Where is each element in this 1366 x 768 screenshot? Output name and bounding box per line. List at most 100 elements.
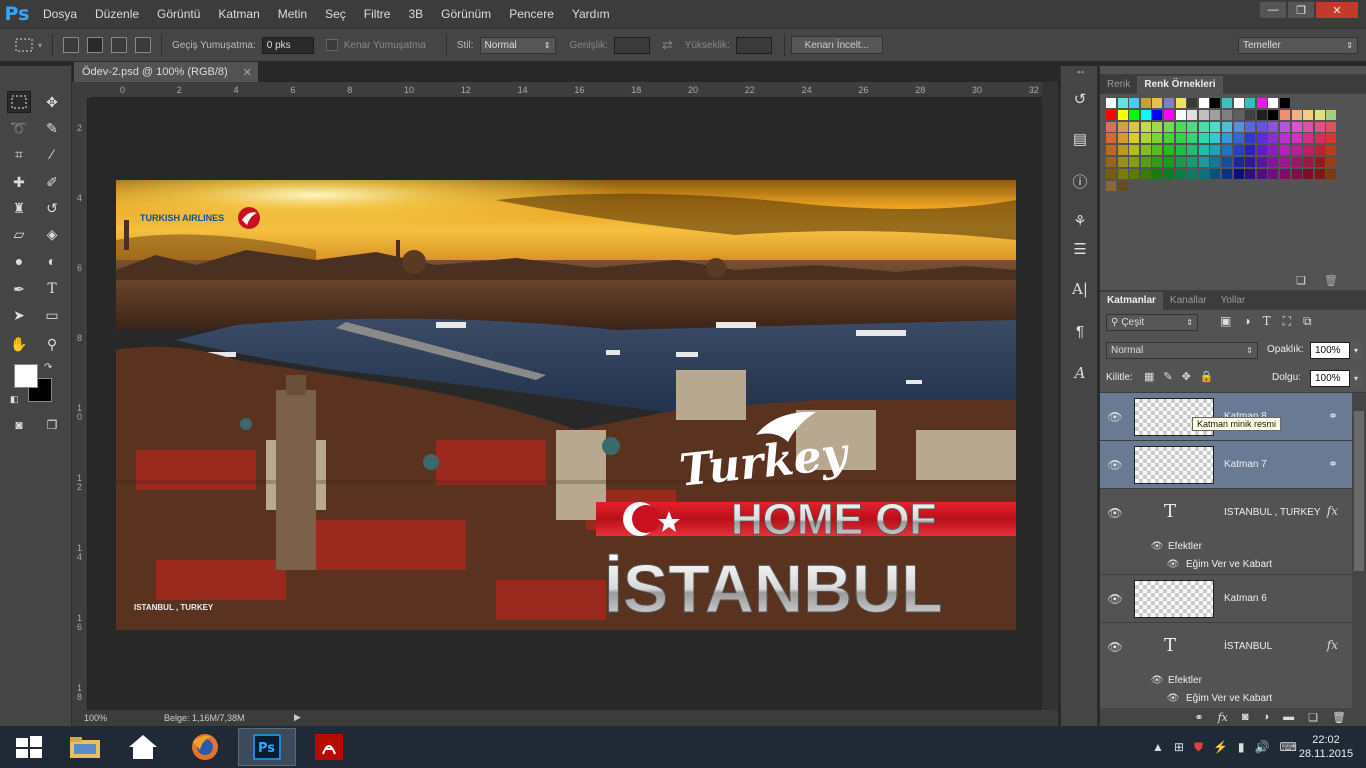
lock-image-icon[interactable]: ✎ [1163, 370, 1172, 383]
delete-swatch-icon[interactable]: 🗑 [1324, 274, 1338, 287]
eye-icon[interactable]: 👁 [1107, 592, 1122, 606]
color-swatch[interactable] [1314, 133, 1325, 144]
color-swatch[interactable] [1140, 98, 1151, 108]
marquee-tool-preset-icon[interactable] [10, 35, 38, 55]
color-swatch[interactable] [1187, 133, 1198, 144]
color-swatch[interactable] [1164, 157, 1174, 167]
color-swatch[interactable] [1175, 121, 1186, 132]
blur-tool-icon[interactable]: ● [7, 250, 31, 272]
color-swatch[interactable] [1222, 168, 1232, 179]
path-selection-tool-icon[interactable]: ➤ [7, 304, 31, 326]
feather-input[interactable]: 0 pks [261, 36, 314, 54]
adjustment-layer-icon[interactable]: ◑ [1263, 711, 1270, 723]
color-swatch[interactable] [1245, 98, 1256, 108]
color-swatch[interactable] [1280, 121, 1290, 132]
menu-item-0[interactable]: Dosya [34, 0, 86, 28]
color-swatch[interactable] [1233, 121, 1244, 132]
status-menu-arrow-icon[interactable]: ▶ [294, 712, 301, 723]
color-swatch[interactable] [1152, 133, 1163, 144]
color-swatch[interactable] [1222, 121, 1232, 132]
color-swatch[interactable] [1245, 133, 1256, 144]
quick-mask-icon[interactable]: ◙ [7, 414, 31, 436]
color-swatch[interactable] [1291, 109, 1302, 120]
color-swatch[interactable] [1326, 133, 1337, 144]
glyphs-panel-icon[interactable]: A [1069, 362, 1091, 384]
zoom-level[interactable]: 100% [84, 713, 107, 723]
color-swatch[interactable] [1164, 121, 1174, 132]
layer-row[interactable]: 👁 Katman 8 ⚭ Katman minik resmi [1100, 393, 1352, 441]
home-button[interactable] [114, 728, 172, 766]
eye-icon[interactable]: 👁 [1166, 557, 1180, 571]
eyedropper-tool-icon[interactable]: ⁄ [40, 143, 64, 165]
color-swatch[interactable] [1106, 180, 1116, 191]
fx-icon[interactable]: fx [1327, 504, 1338, 518]
default-colors-icon[interactable]: ◧ [10, 394, 19, 405]
color-swatch[interactable] [1280, 145, 1290, 156]
fx-icon[interactable]: fx [1327, 638, 1338, 652]
zoom-tool-icon[interactable]: ⚲ [40, 333, 64, 355]
document-canvas[interactable]: HOME OF İSTANBUL Turkey TURKISH AIRLINES… [116, 180, 1016, 630]
color-swatch[interactable] [1256, 109, 1267, 120]
color-swatch[interactable] [1326, 121, 1337, 132]
color-swatch[interactable] [1222, 109, 1232, 120]
color-swatch[interactable] [1117, 133, 1128, 144]
color-swatch[interactable] [1314, 157, 1325, 167]
color-swatch[interactable] [1303, 157, 1314, 167]
new-group-icon[interactable]: ▬ [1283, 711, 1294, 723]
lock-transparent-icon[interactable]: ▦ [1144, 370, 1154, 383]
tray-network-icon[interactable]: ⚡ [1213, 740, 1228, 755]
color-swatch[interactable] [1222, 133, 1232, 144]
opacity-dropdown-icon[interactable]: ▾ [1350, 342, 1362, 359]
color-swatch[interactable] [1140, 133, 1151, 144]
color-swatch[interactable] [1117, 180, 1128, 191]
color-swatch[interactable] [1187, 157, 1198, 167]
color-swatch[interactable] [1140, 145, 1151, 156]
menu-item-5[interactable]: Seç [316, 0, 355, 28]
color-swatch[interactable] [1198, 121, 1209, 132]
color-swatch[interactable] [1245, 168, 1256, 179]
color-swatch[interactable] [1268, 98, 1279, 108]
color-swatch[interactable] [1245, 157, 1256, 167]
color-swatch[interactable] [1164, 98, 1174, 108]
height-input[interactable] [735, 36, 772, 54]
color-swatch[interactable] [1256, 145, 1267, 156]
refine-edge-button[interactable]: Kenarı İncelt... [790, 36, 883, 54]
color-swatch[interactable] [1106, 133, 1116, 144]
color-swatch[interactable] [1106, 168, 1116, 179]
tray-signal-icon[interactable]: ▮ [1238, 740, 1245, 755]
color-swatch[interactable] [1198, 98, 1209, 108]
color-swatch[interactable] [1152, 98, 1163, 108]
color-swatch[interactable] [1164, 109, 1174, 120]
layer-thumbnail[interactable] [1134, 580, 1214, 618]
dodge-tool-icon[interactable]: ◐ [40, 250, 64, 272]
brush-panel-icon[interactable]: ⚘ [1069, 210, 1091, 232]
color-swatch[interactable] [1129, 145, 1140, 156]
color-swatch[interactable] [1117, 168, 1128, 179]
color-swatch[interactable] [1256, 98, 1267, 108]
color-swatch[interactable] [1117, 145, 1128, 156]
color-swatch[interactable] [1198, 157, 1209, 167]
color-swatch[interactable] [1326, 109, 1337, 120]
color-swatch[interactable] [1198, 109, 1209, 120]
color-swatch[interactable] [1140, 168, 1151, 179]
color-swatch[interactable] [1106, 145, 1116, 156]
fill-input[interactable]: 100% [1310, 370, 1350, 387]
blend-mode-select[interactable]: Normal ⇕ [1106, 342, 1258, 359]
paint-bucket-tool-icon[interactable]: ◈ [40, 223, 64, 245]
eye-icon[interactable]: 👁 [1107, 640, 1122, 654]
color-swatch[interactable] [1233, 109, 1244, 120]
color-swatch[interactable] [1268, 121, 1279, 132]
tray-security-icon[interactable]: ⛊ [1194, 740, 1203, 755]
color-swatch[interactable] [1222, 145, 1232, 156]
eye-icon[interactable]: 👁 [1107, 506, 1122, 520]
menu-item-6[interactable]: Filtre [355, 0, 400, 28]
close-button[interactable]: ✕ [1316, 2, 1358, 18]
new-layer-icon[interactable]: ❏ [1308, 711, 1318, 724]
color-swatch[interactable] [1280, 109, 1290, 120]
filter-adjustment-icon[interactable]: ◑ [1243, 314, 1250, 329]
color-swatch[interactable] [1268, 145, 1279, 156]
canvas-scrollbar[interactable] [1042, 82, 1058, 710]
color-swatch[interactable] [1164, 145, 1174, 156]
firefox-button[interactable] [176, 728, 234, 766]
menu-item-3[interactable]: Katman [209, 0, 268, 28]
